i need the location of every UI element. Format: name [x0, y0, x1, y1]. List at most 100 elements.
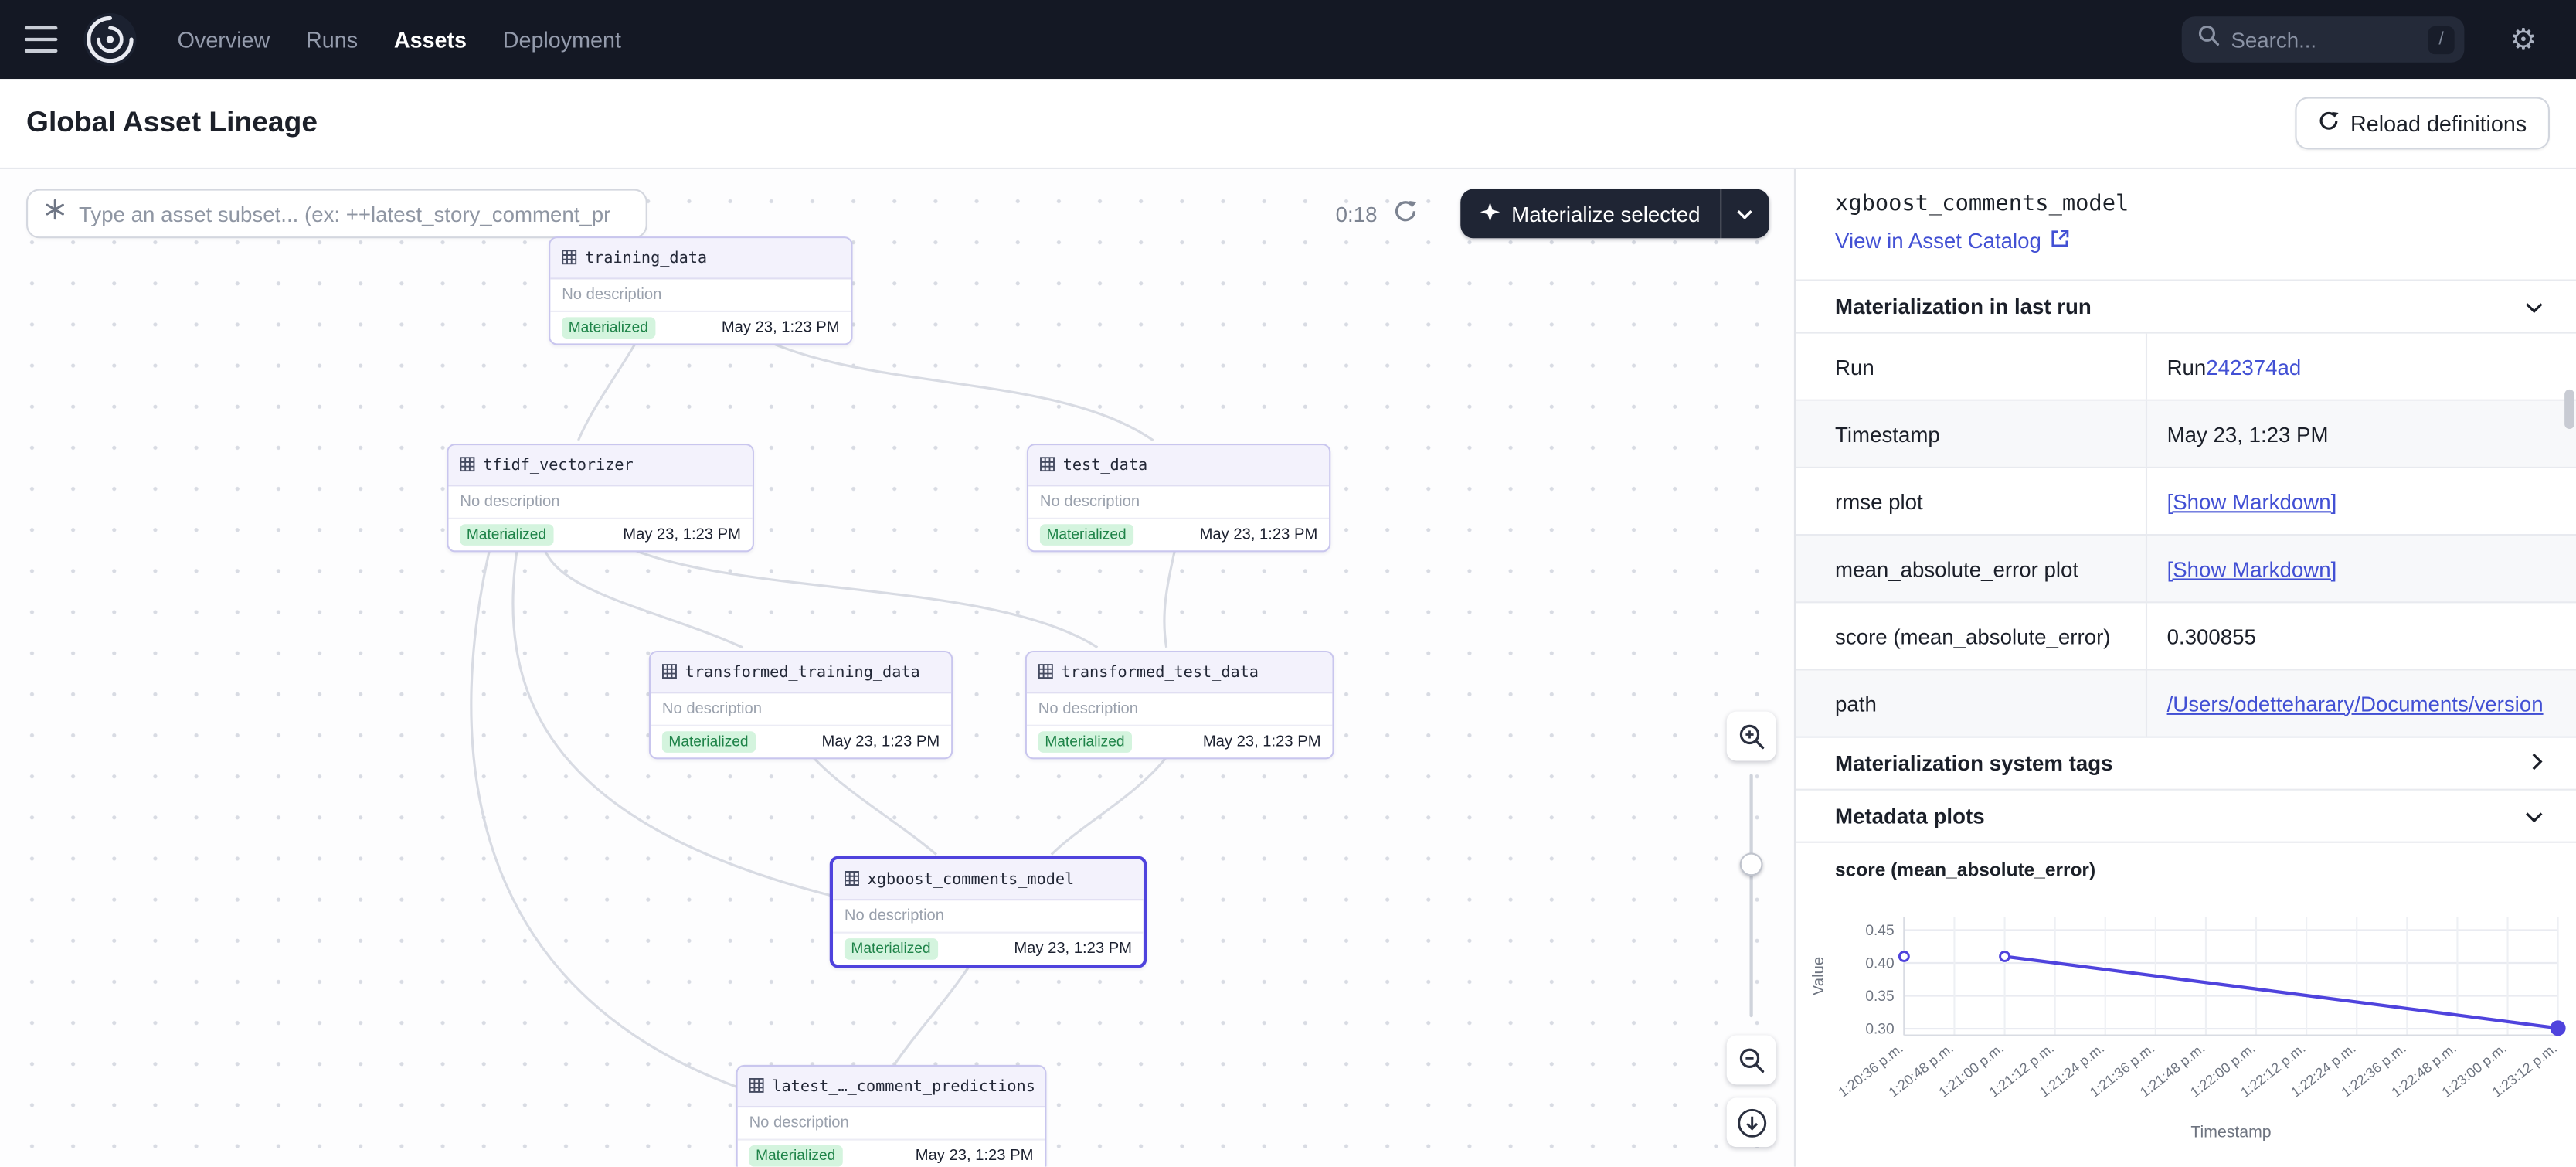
materialized-timestamp: May 23, 1:23 PM [1200, 526, 1318, 543]
nav-assets[interactable]: Assets [394, 27, 467, 52]
dagster-logo [82, 12, 138, 67]
materialize-options-caret[interactable] [1720, 189, 1769, 239]
svg-text:Value: Value [1810, 957, 1827, 995]
top-nav: Overview Runs Assets Deployment / ⚙ [0, 0, 2576, 79]
table-icon [749, 1071, 764, 1101]
chevron-down-icon [2525, 294, 2543, 319]
table-row: path /Users/odetteharary/Documents/versi… [1796, 671, 2576, 738]
materialization-metadata-table: Run Run 242374ad Timestamp May 23, 1:23 … [1796, 334, 2576, 738]
graph-refresh-icon[interactable] [1393, 199, 1418, 232]
metadata-plot-title: score (mean_absolute_error) [1796, 843, 2576, 881]
status-badge: Materialized [845, 938, 937, 960]
materialized-timestamp: May 23, 1:23 PM [1203, 733, 1321, 750]
svg-text:0.30: 0.30 [1865, 1021, 1894, 1037]
settings-gear-icon[interactable]: ⚙ [2510, 22, 2537, 58]
asset-description: No description [1028, 486, 1329, 519]
materialized-timestamp: May 23, 1:23 PM [916, 1147, 1034, 1165]
status-badge: Materialized [749, 1145, 842, 1167]
asset-node-training-data[interactable]: training_data No description Materialize… [549, 236, 852, 345]
status-badge: Materialized [1038, 731, 1131, 753]
table-icon [562, 243, 576, 273]
external-link-icon [2050, 229, 2070, 253]
panel-scrollbar-thumb[interactable] [2564, 390, 2574, 429]
metadata-plot: 0.450.400.350.301:20:36 p.m.1:20:48 p.m.… [1796, 887, 2576, 1163]
reload-definitions-label: Reload definitions [2350, 111, 2527, 136]
chevron-down-icon [2525, 804, 2543, 828]
asset-name: test_data [1063, 456, 1147, 474]
table-icon [1040, 451, 1055, 480]
table-row: Run Run 242374ad [1796, 334, 2576, 401]
table-row: score (mean_absolute_error) 0.300855 [1796, 603, 2576, 670]
view-in-asset-catalog-link[interactable]: View in Asset Catalog [1835, 229, 2069, 253]
zoom-in-button[interactable] [1727, 712, 1776, 761]
svg-text:0.35: 0.35 [1865, 988, 1894, 1005]
elapsed-timer: 0:18 [1336, 202, 1378, 227]
page-title: Global Asset Lineage [26, 105, 318, 140]
svg-text:0.40: 0.40 [1865, 955, 1894, 971]
asset-panel-title: xgboost_comments_model [1835, 191, 2537, 217]
asset-node-xgboost-comments-model[interactable]: xgboost_comments_model No description Ma… [830, 856, 1147, 968]
op-selector-icon [44, 199, 66, 228]
lineage-graph-canvas[interactable]: 0:18 Materialize selected training_data … [0, 169, 1794, 1167]
asset-node-transformed-test-data[interactable]: transformed_test_data No description Mat… [1025, 651, 1334, 759]
status-badge: Materialized [662, 731, 755, 753]
asset-details-panel: xgboost_comments_model View in Asset Cat… [1794, 169, 2576, 1167]
materialized-timestamp: May 23, 1:23 PM [822, 733, 940, 750]
app-root: Overview Runs Assets Deployment / ⚙ Glob… [0, 0, 2576, 1167]
global-search[interactable]: / [2182, 16, 2465, 63]
materialized-timestamp: May 23, 1:23 PM [1014, 940, 1132, 958]
asset-name: latest_…_comment_predictions [772, 1077, 1035, 1095]
show-markdown-link[interactable]: [Show Markdown] [2167, 489, 2337, 514]
chevron-right-icon [2532, 751, 2544, 776]
materialized-timestamp: May 23, 1:23 PM [722, 318, 840, 336]
asset-description: No description [738, 1107, 1045, 1141]
recenter-view-button[interactable] [1727, 1097, 1776, 1147]
asset-node-tfidf-vectorizer[interactable]: tfidf_vectorizer No description Material… [447, 444, 754, 552]
section-materialization-system-tags[interactable]: Materialization system tags [1796, 738, 2576, 791]
svg-text:0.45: 0.45 [1865, 923, 1894, 939]
primary-nav: Overview Runs Assets Deployment [178, 0, 621, 79]
table-icon [1038, 658, 1053, 687]
page-header: Global Asset Lineage Reload definitions [0, 79, 2576, 169]
nav-runs[interactable]: Runs [306, 27, 358, 52]
table-row: Timestamp May 23, 1:23 PM [1796, 401, 2576, 468]
path-link[interactable]: /Users/odetteharary/Documents/version [2167, 691, 2544, 716]
reload-definitions-button[interactable]: Reload definitions [2295, 97, 2550, 149]
zoom-slider-handle[interactable] [1740, 853, 1763, 876]
table-icon [662, 658, 677, 687]
materialized-timestamp: May 23, 1:23 PM [623, 526, 741, 543]
asset-description: No description [550, 279, 851, 312]
asset-node-test-data[interactable]: test_data No description Materialized May… [1027, 444, 1330, 552]
search-input[interactable] [2231, 27, 2395, 52]
refresh-icon [2317, 110, 2339, 136]
section-materialization-in-last-run[interactable]: Materialization in last run [1796, 281, 2576, 334]
asset-filter-box[interactable] [26, 189, 647, 239]
asset-description: No description [1027, 693, 1332, 726]
run-link[interactable]: 242374ad [2206, 354, 2301, 379]
show-markdown-link[interactable]: [Show Markdown] [2167, 556, 2337, 581]
materialize-selected-button[interactable]: Materialize selected [1460, 189, 1769, 239]
asset-description: No description [651, 693, 951, 726]
asset-filter-input[interactable] [79, 201, 629, 226]
materialize-selected-label: Materialize selected [1511, 201, 1700, 226]
zoom-slider-track [1749, 774, 1752, 1017]
asset-name: training_data [585, 249, 707, 267]
search-icon [2198, 25, 2220, 54]
asset-description: No description [448, 486, 752, 519]
status-badge: Materialized [562, 317, 654, 339]
status-badge: Materialized [1040, 524, 1133, 546]
asset-description: No description [833, 900, 1144, 934]
asset-node-latest-comment-predictions[interactable]: latest_…_comment_predictions No descript… [736, 1065, 1047, 1167]
svg-text:Timestamp: Timestamp [2190, 1122, 2271, 1141]
nav-deployment[interactable]: Deployment [503, 27, 621, 52]
zoom-slider[interactable] [1727, 767, 1776, 1024]
zoom-out-button[interactable] [1727, 1036, 1776, 1085]
section-metadata-plots[interactable]: Metadata plots [1796, 791, 2576, 843]
asset-node-transformed-training-data[interactable]: transformed_training_data No description… [649, 651, 953, 759]
menu-icon[interactable] [25, 26, 58, 53]
table-icon [845, 864, 859, 893]
asset-name: transformed_test_data [1062, 663, 1259, 681]
status-badge: Materialized [460, 524, 552, 546]
nav-overview[interactable]: Overview [178, 27, 270, 52]
table-icon [460, 451, 474, 480]
